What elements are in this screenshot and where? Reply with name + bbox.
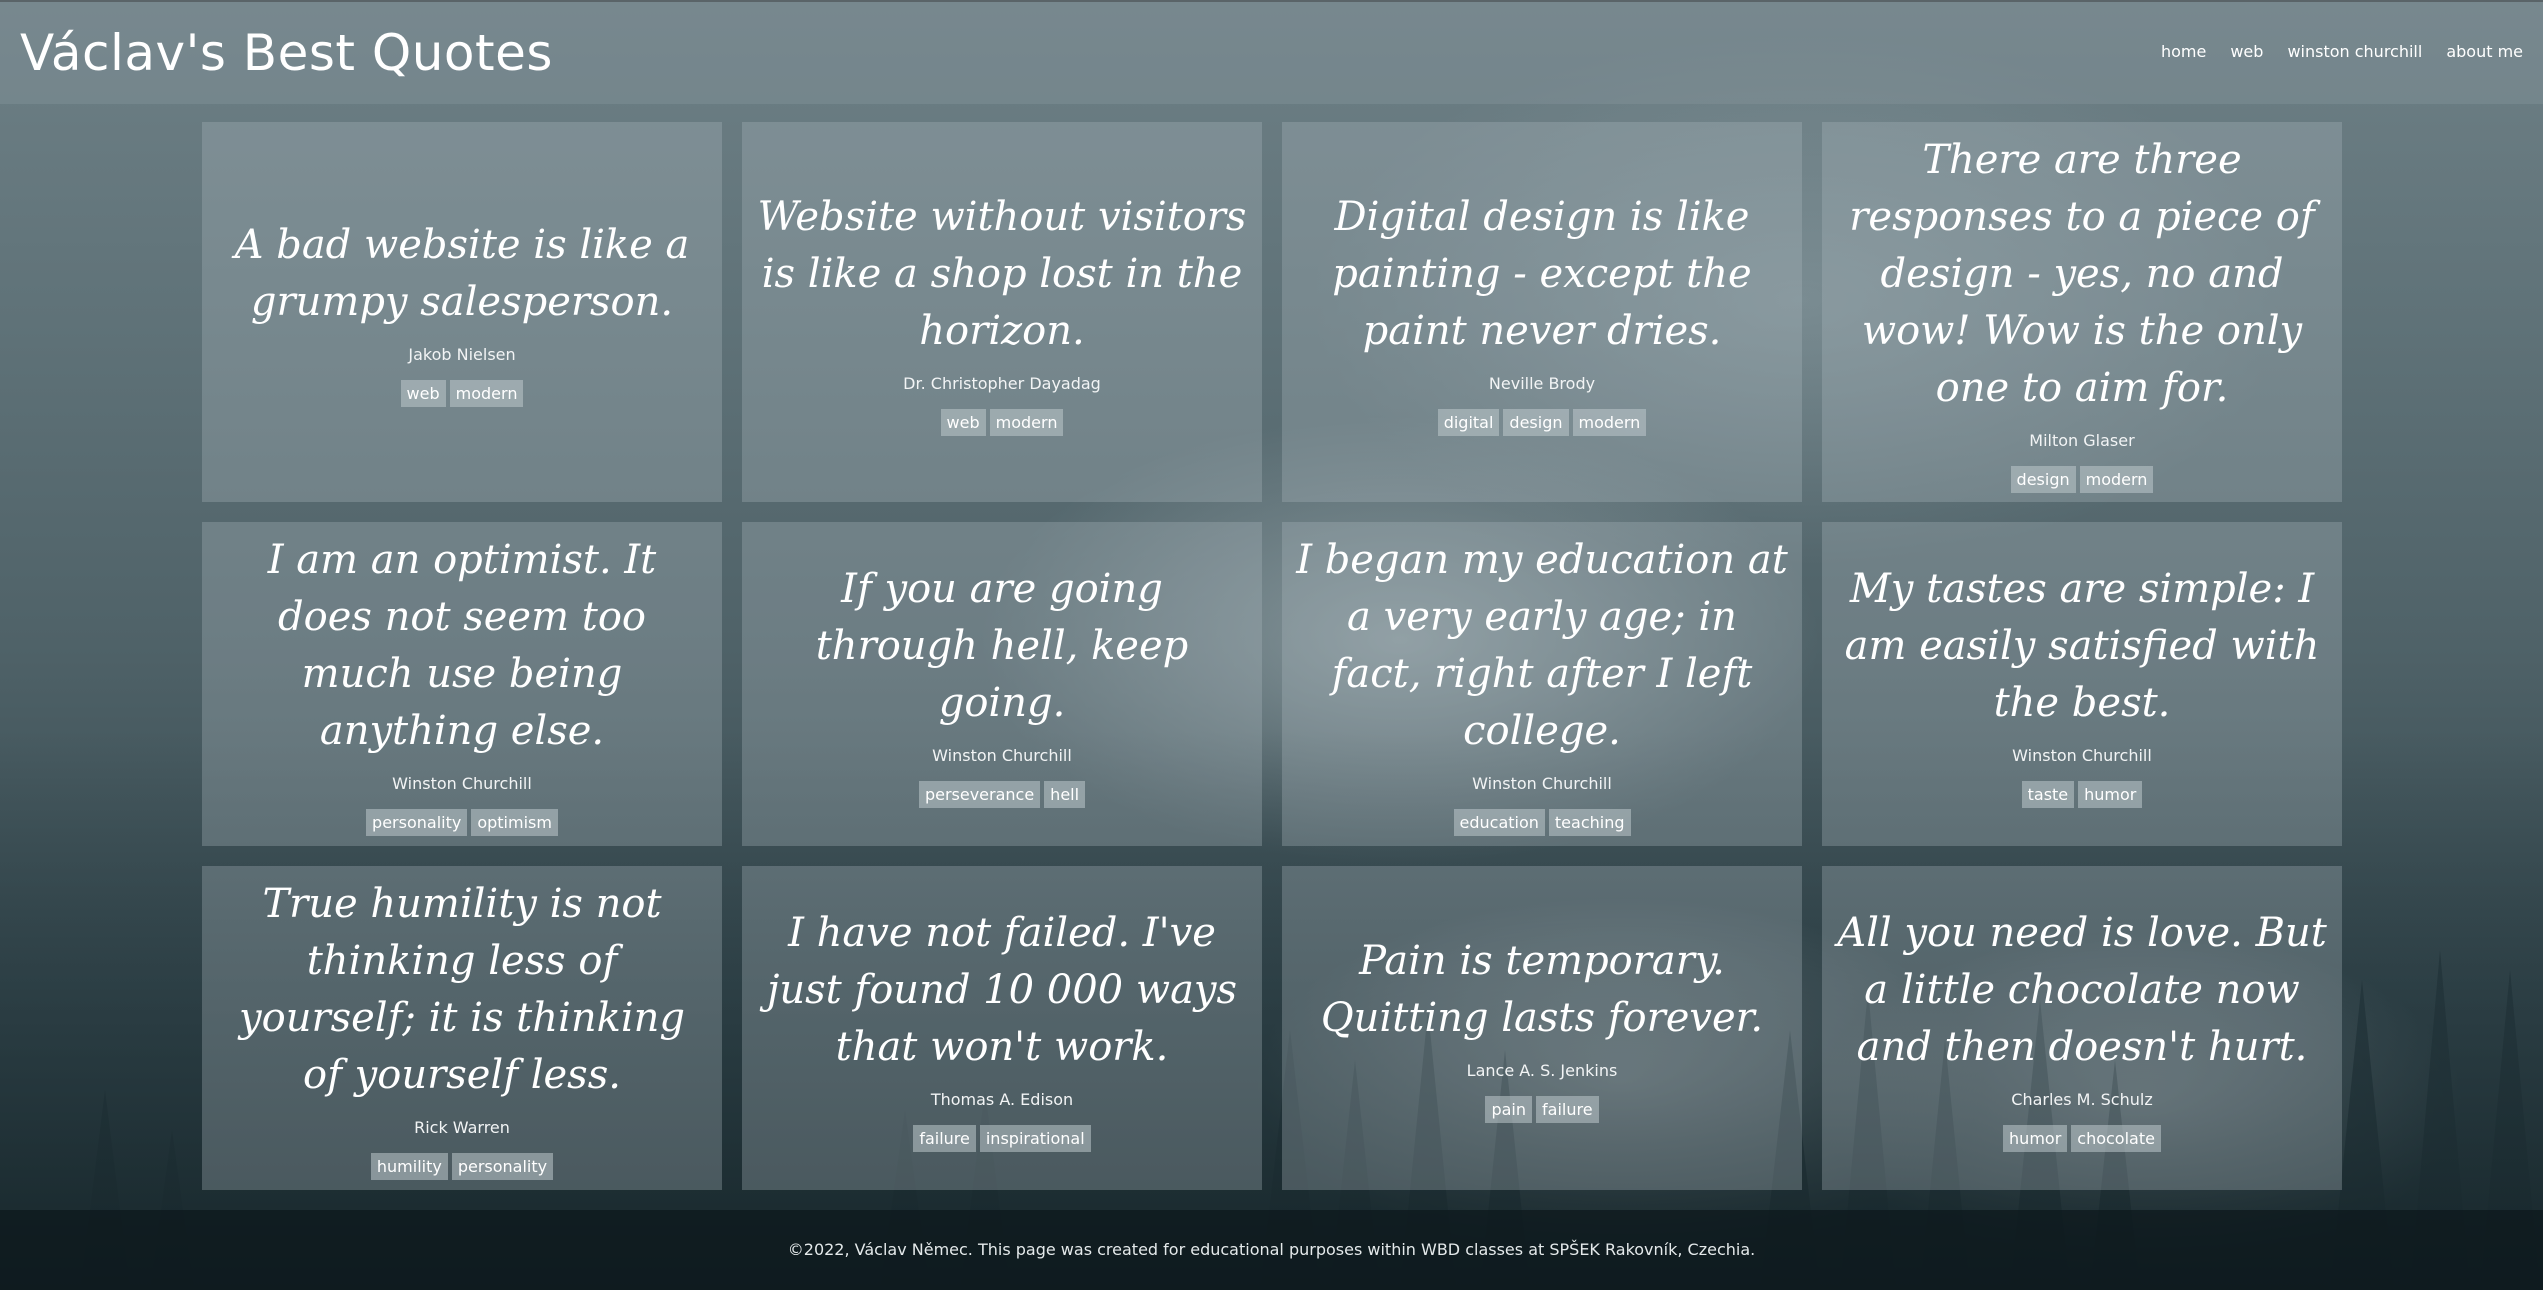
- tag-list: web modern: [400, 380, 524, 407]
- tag-list: perseverance hell: [918, 780, 1086, 808]
- nav-home-link[interactable]: home: [2149, 42, 2218, 61]
- tag-list: pain failure: [1485, 1096, 1599, 1123]
- nav-about-me-link[interactable]: about me: [2434, 42, 2535, 61]
- quote-author: Dr. Christopher Dayadag: [903, 373, 1101, 393]
- tag[interactable]: optimism: [471, 809, 558, 836]
- quote-text: There are three responses to a piece of …: [1849, 136, 2315, 411]
- tag-list: failure inspirational: [913, 1124, 1091, 1152]
- tag-list: web modern: [940, 408, 1064, 436]
- quote-text: I am an optimist. It does not seem too m…: [267, 537, 657, 754]
- quote-author: Milton Glaser: [2029, 430, 2135, 450]
- quote-author: Lance A. S. Jenkins: [1466, 1061, 1618, 1080]
- tag[interactable]: hell: [1044, 780, 1086, 808]
- quote-card: I have not failed. I've just found 10 00…: [742, 866, 1262, 1190]
- tag[interactable]: chocolate: [2071, 1124, 2161, 1152]
- quote-text: My tastes are simple: I am easily satisf…: [1844, 565, 2320, 726]
- tag-list: digital design modern: [1437, 408, 1647, 436]
- tag[interactable]: design: [1503, 408, 1569, 436]
- tag[interactable]: humility: [370, 1153, 448, 1180]
- tag[interactable]: design: [2010, 465, 2076, 493]
- tag-list: education teaching: [1453, 809, 1631, 836]
- quote-card: Digital design is like painting - except…: [1282, 122, 1802, 502]
- quote-author: Winston Churchill: [1472, 774, 1612, 793]
- quotes-grid: A bad website is like a grumpy salespers…: [202, 122, 2342, 1190]
- tag[interactable]: failure: [1536, 1096, 1599, 1123]
- quote-card: There are three responses to a piece of …: [1822, 122, 2342, 502]
- site-header: Václav's Best Quotes home web winston ch…: [0, 0, 2543, 104]
- quote-author: Thomas A. Edison: [930, 1089, 1074, 1109]
- quote-card: If you are going through hell, keep goin…: [742, 522, 1262, 846]
- quote-text: A bad website is like a grumpy salespers…: [234, 222, 690, 325]
- quote-author: Jakob Nielsen: [408, 345, 516, 364]
- quote-author: Charles M. Schulz: [2011, 1089, 2153, 1109]
- tag[interactable]: humor: [2003, 1124, 2068, 1152]
- site-footer: ©2022, Václav Němec. This page was creat…: [0, 1210, 2543, 1290]
- tag[interactable]: digital: [1437, 408, 1500, 436]
- tag[interactable]: web: [940, 408, 986, 436]
- quote-text: Website without visitors is like a shop …: [757, 193, 1247, 354]
- tag-list: personality optimism: [366, 809, 558, 836]
- quote-card: All you need is love. But a little choco…: [1822, 866, 2342, 1190]
- quote-card: Pain is temporary. Quitting lasts foreve…: [1282, 866, 1802, 1190]
- tag-list: design modern: [2010, 465, 2154, 493]
- nav-web-link[interactable]: web: [2218, 42, 2275, 61]
- tag-list: humility personality: [370, 1153, 554, 1180]
- tag[interactable]: modern: [989, 408, 1064, 436]
- tag[interactable]: teaching: [1548, 809, 1631, 836]
- quote-author: Winston Churchill: [392, 774, 532, 793]
- quote-text: True humility is not thinking less of yo…: [239, 881, 685, 1098]
- tag[interactable]: modern: [2079, 465, 2154, 493]
- tag[interactable]: failure: [913, 1124, 976, 1152]
- tag[interactable]: education: [1453, 809, 1545, 836]
- quote-author: Rick Warren: [414, 1118, 510, 1137]
- tag[interactable]: personality: [451, 1153, 554, 1180]
- nav-winston-churchill-link[interactable]: winston churchill: [2275, 42, 2434, 61]
- tag[interactable]: taste: [2021, 780, 2075, 808]
- quote-text: Digital design is like painting - except…: [1332, 193, 1752, 354]
- tag[interactable]: perseverance: [918, 780, 1041, 808]
- tag[interactable]: personality: [366, 809, 468, 836]
- tag[interactable]: modern: [1572, 408, 1647, 436]
- quote-text: I began my education at a very early age…: [1296, 537, 1788, 754]
- tag-list: humor chocolate: [2003, 1124, 2161, 1152]
- quote-author: Winston Churchill: [932, 745, 1072, 765]
- quote-text: If you are going through hell, keep goin…: [815, 565, 1189, 726]
- quote-text: All you need is love. But a little choco…: [1837, 909, 2327, 1070]
- quote-card: I am an optimist. It does not seem too m…: [202, 522, 722, 846]
- tag-list: taste humor: [2021, 780, 2143, 808]
- quote-text: I have not failed. I've just found 10 00…: [766, 909, 1238, 1070]
- site-title[interactable]: Václav's Best Quotes: [20, 24, 553, 82]
- quote-card: Website without visitors is like a shop …: [742, 122, 1262, 502]
- quote-card: My tastes are simple: I am easily satisf…: [1822, 522, 2342, 846]
- tag[interactable]: pain: [1485, 1096, 1532, 1123]
- quote-text: Pain is temporary. Quitting lasts foreve…: [1320, 938, 1764, 1041]
- main-nav: home web winston churchill about me: [2149, 42, 2535, 61]
- quote-card: I began my education at a very early age…: [1282, 522, 1802, 846]
- footer-copyright: ©2022, Václav Němec. This page was creat…: [787, 1240, 1756, 1259]
- quote-author: Neville Brody: [1488, 373, 1596, 393]
- quote-card: True humility is not thinking less of yo…: [202, 866, 722, 1190]
- tag[interactable]: humor: [2078, 780, 2143, 808]
- tag[interactable]: inspirational: [979, 1124, 1091, 1152]
- tag[interactable]: modern: [449, 380, 524, 407]
- quote-author: Winston Churchill: [2012, 745, 2152, 765]
- quote-card: A bad website is like a grumpy salespers…: [202, 122, 722, 502]
- tag[interactable]: web: [400, 380, 446, 407]
